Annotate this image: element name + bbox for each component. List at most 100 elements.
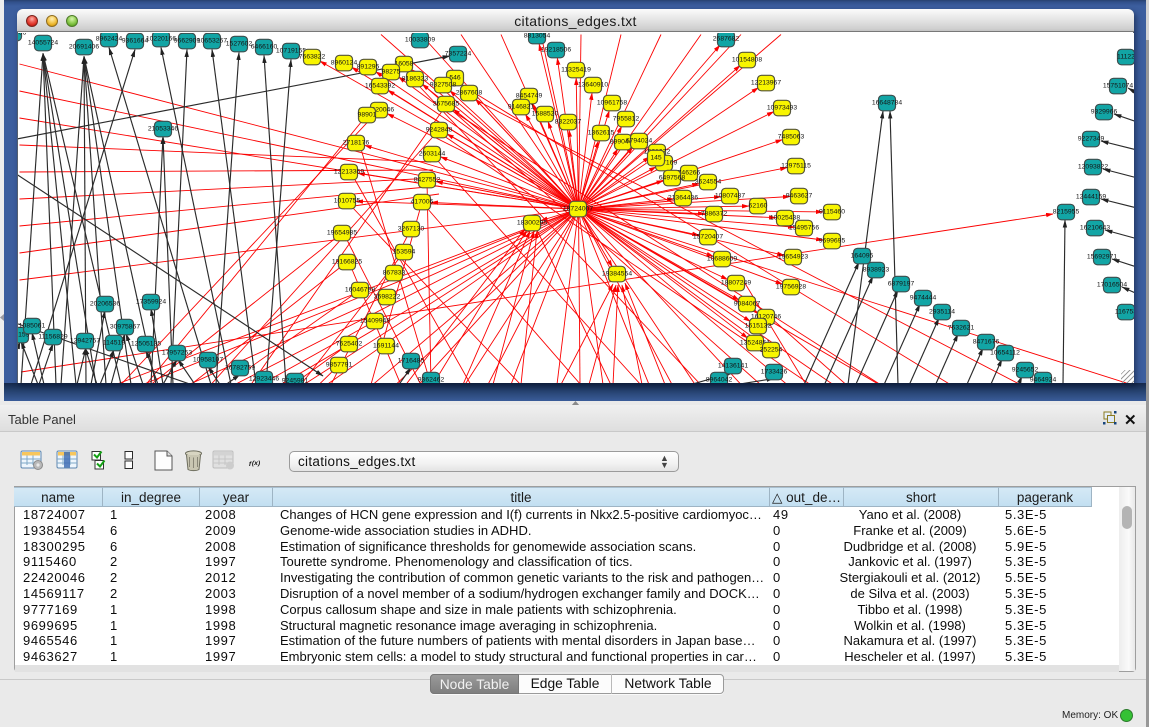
svg-text:18300295: 18300295 <box>516 219 546 226</box>
svg-text:19166825: 19166825 <box>331 258 361 265</box>
svg-text:9245981: 9245981 <box>281 377 308 383</box>
svg-text:12975115: 12975115 <box>781 162 811 169</box>
svg-text:114519: 114519 <box>102 339 124 346</box>
svg-text:12213967: 12213967 <box>750 79 780 86</box>
svg-text:9227349: 9227349 <box>1077 135 1104 142</box>
svg-text:10653267: 10653267 <box>196 37 226 44</box>
svg-text:12923446: 12923446 <box>248 375 278 382</box>
svg-text:8962424: 8962424 <box>95 35 122 42</box>
svg-text:8215955: 8215955 <box>1052 208 1079 215</box>
svg-text:18807249: 18807249 <box>720 279 750 286</box>
svg-text:9474444: 9474444 <box>909 294 936 301</box>
svg-text:15495756: 15495756 <box>788 224 818 231</box>
svg-text:6879197: 6879197 <box>887 280 914 287</box>
svg-text:7357224: 7357224 <box>444 50 471 57</box>
svg-text:2867608: 2867608 <box>455 89 482 96</box>
svg-text:1716485: 1716485 <box>397 357 424 364</box>
svg-text:(x): (x) <box>252 460 261 467</box>
svg-text:2687682: 2687682 <box>712 35 739 42</box>
svg-text:16210643: 16210643 <box>1079 224 1109 231</box>
svg-text:145: 145 <box>650 154 662 161</box>
svg-text:7663822: 7663822 <box>298 53 325 60</box>
svg-text:10154808: 10154808 <box>731 56 761 63</box>
svg-text:10688609: 10688609 <box>706 255 736 262</box>
svg-text:17359924: 17359924 <box>135 298 165 305</box>
svg-text:1615132: 1615132 <box>744 322 771 329</box>
svg-text:14055724: 14055724 <box>27 39 57 46</box>
svg-text:15409948: 15409948 <box>359 317 389 324</box>
svg-text:10033809: 10033809 <box>404 36 434 43</box>
svg-text:9464924: 9464924 <box>1029 376 1056 383</box>
svg-text:8427552: 8427552 <box>413 176 440 183</box>
svg-text:252254: 252254 <box>759 346 782 353</box>
svg-text:16543392: 16543392 <box>364 82 394 89</box>
svg-text:8471676: 8471676 <box>972 338 999 345</box>
svg-text:10807487: 10807487 <box>714 192 744 199</box>
svg-text:98901: 98901 <box>357 111 376 118</box>
svg-text:1691144: 1691144 <box>373 342 399 349</box>
svg-text:8938923: 8938923 <box>862 266 889 273</box>
svg-text:18724007: 18724007 <box>562 205 592 212</box>
svg-text:15692971: 15692971 <box>1086 253 1116 260</box>
svg-text:12444159: 12444159 <box>1075 193 1105 200</box>
svg-text:1362615: 1362615 <box>587 129 614 136</box>
svg-text:3267130: 3267130 <box>397 225 424 232</box>
svg-text:16046798: 16046798 <box>344 286 374 293</box>
svg-text:12213369: 12213369 <box>333 168 363 175</box>
svg-text:1733426: 1733426 <box>760 368 787 375</box>
svg-text:14136141: 14136141 <box>717 362 747 369</box>
svg-text:19756928: 19756928 <box>775 283 805 290</box>
svg-text:21053346: 21053346 <box>147 125 177 132</box>
svg-text:7886372: 7886372 <box>700 210 727 217</box>
svg-text:9084067: 9084067 <box>733 300 760 307</box>
svg-text:15720407: 15720407 <box>692 233 722 240</box>
svg-text:9146821: 9146821 <box>507 103 534 110</box>
svg-text:6794024: 6794024 <box>625 137 652 144</box>
svg-text:9329966: 9329966 <box>1090 108 1117 115</box>
svg-text:891295: 891295 <box>356 63 379 70</box>
svg-text:3675685: 3675685 <box>432 100 459 107</box>
svg-text:19384554: 19384554 <box>601 270 631 277</box>
svg-text:7632621: 7632621 <box>947 324 974 331</box>
svg-text:1527602: 1527602 <box>225 40 252 47</box>
svg-text:10958107: 10958107 <box>192 356 222 363</box>
svg-text:62160: 62160 <box>748 202 767 209</box>
svg-text:21364436: 21364436 <box>667 194 697 201</box>
svg-text:2603144: 2603144 <box>418 150 445 157</box>
svg-text:9245652: 9245652 <box>1011 366 1038 373</box>
svg-text:1588520: 1588520 <box>531 110 558 117</box>
svg-text:17016504: 17016504 <box>1096 281 1126 288</box>
svg-text:1604806: 1604806 <box>18 33 26 37</box>
svg-text:8960124: 8960124 <box>330 59 357 66</box>
svg-text:98275: 98275 <box>381 68 400 75</box>
svg-text:9361664: 9361664 <box>121 37 148 44</box>
svg-text:16648784: 16648784 <box>871 99 901 106</box>
svg-text:9699695: 9699695 <box>818 237 845 244</box>
svg-text:12505135: 12505135 <box>130 340 160 347</box>
svg-text:10025438: 10025438 <box>769 214 799 221</box>
svg-text:7625402: 7625402 <box>335 340 362 347</box>
svg-text:20691406: 20691406 <box>68 43 98 50</box>
svg-text:11122: 11122 <box>1117 53 1134 60</box>
svg-text:1010755: 1010755 <box>333 197 360 204</box>
svg-text:8186323: 8186323 <box>401 75 428 82</box>
svg-text:8322037: 8322037 <box>554 118 581 125</box>
svg-text:9463627: 9463627 <box>785 192 812 199</box>
svg-text:19654923: 19654923 <box>777 253 807 260</box>
svg-text:7485063: 7485063 <box>777 133 804 140</box>
svg-text:10220166: 10220166 <box>145 35 175 42</box>
svg-text:30975867: 30975867 <box>109 323 139 330</box>
svg-text:10961758: 10961758 <box>596 99 626 106</box>
svg-text:11325419: 11325419 <box>561 66 591 73</box>
svg-text:16782759: 16782759 <box>224 364 254 371</box>
svg-text:164095: 164095 <box>850 252 873 259</box>
svg-text:10654112: 10654112 <box>990 349 1020 356</box>
svg-text:9327508: 9327508 <box>429 81 456 88</box>
svg-text:8964042: 8964042 <box>705 376 732 383</box>
svg-text:9362462: 9362462 <box>417 376 444 383</box>
svg-text:6466160: 6466160 <box>250 43 277 50</box>
svg-text:9115460: 9115460 <box>819 208 845 215</box>
svg-text:19654985: 19654985 <box>326 229 356 236</box>
svg-text:15751074: 15751074 <box>1102 82 1132 89</box>
svg-text:116753: 116753 <box>1114 308 1133 315</box>
